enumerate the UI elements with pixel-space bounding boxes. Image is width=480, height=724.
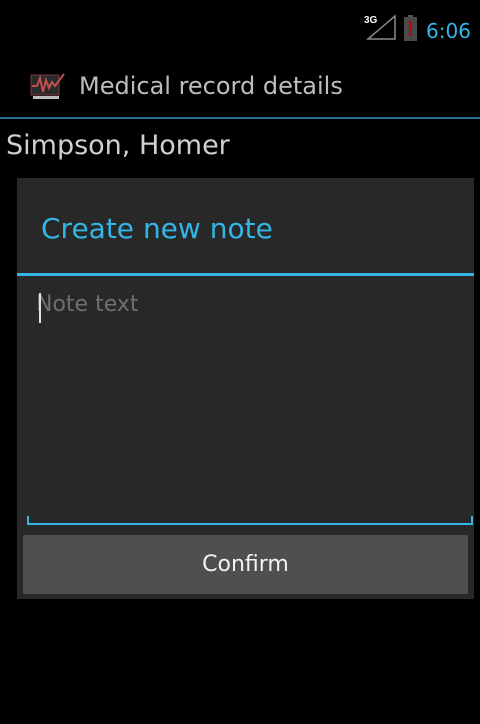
action-bar: Medical record details	[0, 50, 480, 118]
dialog-title: Create new note	[41, 212, 273, 245]
status-time: 6:06	[426, 19, 471, 43]
patient-name: Simpson, Homer	[6, 130, 230, 161]
note-field-underline-left-tick	[27, 516, 29, 524]
action-bar-divider	[0, 117, 480, 119]
note-field-underline-right-tick	[471, 516, 473, 524]
signal-3g-icon: 3G	[364, 14, 396, 40]
network-label: 3G	[364, 15, 378, 26]
create-note-dialog: Create new note Confirm	[17, 178, 474, 599]
action-bar-title: Medical record details	[79, 72, 343, 100]
note-field-underline	[27, 523, 473, 525]
medical-record-icon[interactable]	[30, 72, 66, 102]
dialog-title-divider	[17, 273, 474, 276]
battery-low-icon	[404, 15, 417, 41]
screen: 3G 6:06 Medical record details Simpson, …	[0, 0, 480, 724]
note-field-container	[22, 278, 473, 526]
confirm-button[interactable]: Confirm	[23, 535, 468, 594]
note-text-input[interactable]	[22, 278, 469, 526]
status-bar: 3G 6:06	[0, 0, 480, 50]
text-cursor	[39, 293, 41, 323]
